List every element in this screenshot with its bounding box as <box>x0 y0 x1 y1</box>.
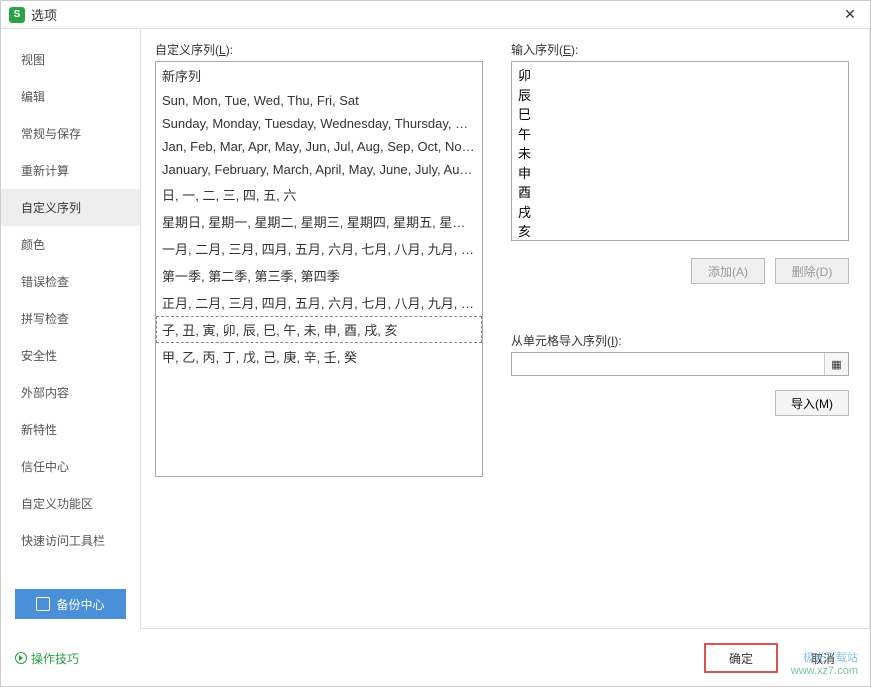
list-item[interactable]: Sun, Mon, Tue, Wed, Thu, Fri, Sat <box>156 89 482 112</box>
sidebar-item[interactable]: 新特性 <box>1 411 140 448</box>
backup-center-button[interactable]: 备份中心 <box>15 589 126 619</box>
sidebar-item[interactable]: 错误检查 <box>1 263 140 300</box>
import-range-input[interactable] <box>512 353 824 375</box>
list-item[interactable]: 星期日, 星期一, 星期二, 星期三, 星期四, 星期五, 星期六 <box>156 208 482 235</box>
list-item[interactable]: 子, 丑, 寅, 卯, 辰, 巳, 午, 未, 申, 酉, 戌, 亥 <box>156 316 482 343</box>
input-series-label: 输入序列(E): <box>511 41 849 58</box>
list-item[interactable]: Jan, Feb, Mar, Apr, May, Jun, Jul, Aug, … <box>156 135 482 158</box>
app-icon: S <box>9 7 25 23</box>
main-content: 视图编辑常规与保存重新计算自定义序列颜色错误检查拼写检查安全性外部内容新特性信任… <box>1 29 870 629</box>
sidebar-item[interactable]: 编辑 <box>1 78 140 115</box>
list-item[interactable]: 一月, 二月, 三月, 四月, 五月, 六月, 七月, 八月, 九月, 十月, … <box>156 235 482 262</box>
sidebar-item[interactable]: 颜色 <box>1 226 140 263</box>
sidebar-item[interactable]: 自定义功能区 <box>1 485 140 522</box>
list-item[interactable]: 新序列 <box>156 62 482 89</box>
list-item[interactable]: 正月, 二月, 三月, 四月, 五月, 六月, 七月, 八月, 九月, 十月, … <box>156 289 482 316</box>
add-button[interactable]: 添加(A) <box>691 258 765 284</box>
titlebar: S 选项 ✕ <box>1 1 870 29</box>
import-input-wrapper: ▦ <box>511 352 849 376</box>
tips-link[interactable]: 操作技巧 <box>15 650 79 667</box>
sidebar-item[interactable]: 信任中心 <box>1 448 140 485</box>
sidebar-item[interactable]: 快速访问工具栏 <box>1 522 140 559</box>
close-button[interactable]: ✕ <box>838 3 862 27</box>
sidebar-item[interactable]: 自定义序列 <box>1 189 140 226</box>
range-picker-icon[interactable]: ▦ <box>824 353 848 375</box>
window-title: 选项 <box>31 5 838 24</box>
sidebar-item[interactable]: 重新计算 <box>1 152 140 189</box>
input-series-textarea[interactable] <box>511 61 849 241</box>
sidebar-item[interactable]: 常规与保存 <box>1 115 140 152</box>
backup-label: 备份中心 <box>56 596 104 613</box>
list-item[interactable]: Sunday, Monday, Tuesday, Wednesday, Thur… <box>156 112 482 135</box>
ok-button[interactable]: 确定 <box>704 643 778 673</box>
list-item[interactable]: January, February, March, April, May, Ju… <box>156 158 482 181</box>
sidebar-item[interactable]: 安全性 <box>1 337 140 374</box>
footer: 操作技巧 确定 取消 <box>1 629 870 687</box>
sidebar-item[interactable]: 拼写检查 <box>1 300 140 337</box>
play-icon <box>15 652 27 664</box>
list-item[interactable]: 第一季, 第二季, 第三季, 第四季 <box>156 262 482 289</box>
sidebar-item[interactable]: 视图 <box>1 41 140 78</box>
input-pane: 输入序列(E): 添加(A) 删除(D) 从单元格导入序列(I): ▦ <box>511 41 849 628</box>
cancel-button[interactable]: 取消 <box>796 645 850 671</box>
custom-list-pane: 自定义序列(L): 新序列Sun, Mon, Tue, Wed, Thu, Fr… <box>155 41 483 628</box>
sidebar: 视图编辑常规与保存重新计算自定义序列颜色错误检查拼写检查安全性外部内容新特性信任… <box>1 29 141 629</box>
import-button[interactable]: 导入(M) <box>775 390 849 416</box>
backup-icon <box>36 597 50 611</box>
import-label: 从单元格导入序列(I): <box>511 332 849 349</box>
delete-button[interactable]: 删除(D) <box>775 258 849 284</box>
list-item[interactable]: 甲, 乙, 丙, 丁, 戊, 己, 庚, 辛, 壬, 癸 <box>156 343 482 370</box>
custom-series-list[interactable]: 新序列Sun, Mon, Tue, Wed, Thu, Fri, SatSund… <box>155 61 483 477</box>
list-item[interactable]: 日, 一, 二, 三, 四, 五, 六 <box>156 181 482 208</box>
content-panel: 自定义序列(L): 新序列Sun, Mon, Tue, Wed, Thu, Fr… <box>141 29 870 629</box>
sidebar-item[interactable]: 外部内容 <box>1 374 140 411</box>
custom-list-label: 自定义序列(L): <box>155 41 483 58</box>
